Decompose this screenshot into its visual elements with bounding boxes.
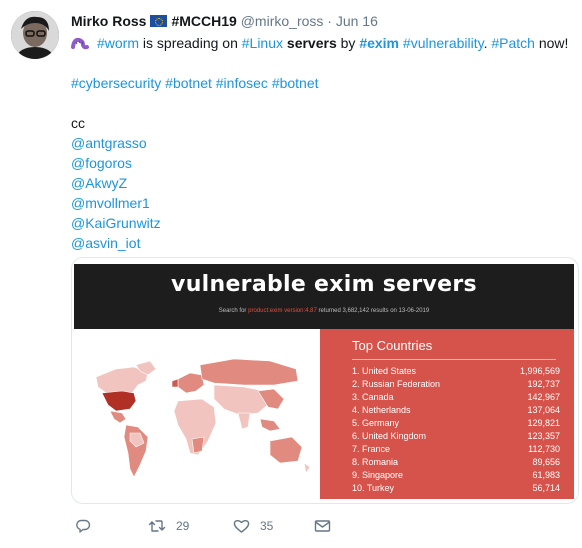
subtitle-text: Search for [218,308,247,314]
reply-icon [76,519,91,533]
country-count: 56,714 [532,483,560,493]
text-segment: is spreading on [139,35,242,51]
hashtag-line: #cybersecurity #botnet #infosec #botnet [71,73,576,93]
tweet-media-image[interactable]: vulnerable exim servers Search for produ… [71,257,579,504]
country-name: 6. United Kingdom [352,431,427,441]
mention-akwyz[interactable]: @AkwyZ [71,175,127,191]
heart-icon [233,519,250,533]
retweet-button[interactable]: 29 [148,516,189,536]
country-count: 142,967 [527,392,560,402]
direct-message-button[interactable] [314,516,331,536]
country-row: 1. United States 1,996,569 [352,365,560,378]
mention-line: @antgrasso [71,133,576,153]
infographic-subtitle: Search for product:exim version:4.87 ret… [74,308,574,314]
hashtag-exim[interactable]: #exim [359,35,399,51]
hashtag-botnet[interactable]: #botnet [165,75,212,91]
account-hashtag[interactable]: #MCCH19 [171,13,236,29]
retweet-icon [148,520,166,532]
hashtag-botnet-2[interactable]: #botnet [272,75,319,91]
panel-divider [352,359,556,360]
country-count: 129,821 [527,418,560,428]
tweet-header: Mirko Ross #MCCH19 @mirko_ross · Jun 16 [71,12,378,30]
author-name[interactable]: Mirko Ross [71,13,146,29]
mention-antgrasso[interactable]: @antgrasso [71,135,147,151]
country-row: 6. United Kingdom 123,357 [352,430,560,443]
hashtag-patch[interactable]: #Patch [491,35,535,51]
country-name: 9. Singapore [352,470,404,480]
country-name: 7. France [352,444,391,454]
country-row: 7. France 112,730 [352,443,560,456]
mention-kaigrunwitz[interactable]: @KaiGrunwitz [71,215,161,231]
country-row: 2. Russian Federation 192,737 [352,378,560,391]
tweet-text: #worm is spreading on #Linux servers by … [71,33,576,253]
country-name: 1. United States [352,366,417,376]
author-handle[interactable]: @mirko_ross [241,13,324,29]
reply-button[interactable] [75,516,91,536]
country-count: 61,983 [532,470,560,480]
country-count: 112,730 [528,444,560,454]
eu-flag-icon [150,15,168,27]
hashtag-linux[interactable]: #Linux [242,35,283,51]
avatar-photo [11,11,59,59]
top-countries-panel: Top Countries 1. United States 1,996,569 … [320,329,574,499]
tweet-line-1: #worm is spreading on #Linux servers by … [71,33,576,53]
like-button[interactable]: 35 [233,516,273,536]
country-count: 192,737 [527,379,560,389]
text-segment: by [336,35,360,51]
mention-asvin-iot[interactable]: @asvin_iot [71,235,140,251]
country-count: 89,656 [532,457,560,467]
hashtag-worm[interactable]: #worm [97,35,139,51]
top-countries-title: Top Countries [352,338,433,353]
country-row: 3. Canada 142,967 [352,391,560,404]
country-row: 4. Netherlands 137,064 [352,404,560,417]
mention-line: @asvin_iot [71,233,576,253]
mention-line: @fogoros [71,153,576,173]
tweet-actions: 29 35 [71,516,391,536]
cc-text: cc [71,115,85,131]
infographic-banner: vulnerable exim servers Search for produ… [74,264,574,329]
cc-line: cc [71,113,576,133]
subtitle-query: product:exim version:4.87 [248,308,317,314]
country-count: 1,996,569 [519,366,560,376]
retweet-count: 29 [176,519,190,533]
hashtag-infosec[interactable]: #infosec [216,75,268,91]
country-name: 5. Germany [352,418,400,428]
meta-separator: · [327,13,332,29]
country-name: 10. Turkey [352,483,395,493]
envelope-icon [314,520,331,532]
hashtag-vulnerability[interactable]: #vulnerability [403,35,484,51]
mention-fogoros[interactable]: @fogoros [71,155,132,171]
mention-mvollmer1[interactable]: @mvollmer1 [71,195,150,211]
country-name: 8. Romania [352,457,399,467]
tweet-date[interactable]: Jun 16 [336,13,378,29]
text-segment: now! [534,35,569,51]
like-count: 35 [260,519,274,533]
country-count: 137,064 [527,405,560,415]
worm-emoji-icon [71,37,89,50]
country-row: 10. Turkey 56,714 [352,482,560,495]
avatar[interactable] [11,11,59,59]
servers-word: servers [286,35,337,51]
world-map-graphic [95,358,311,478]
country-row: 9. Singapore 61,983 [352,469,560,482]
mention-line: @mvollmer1 [71,193,576,213]
world-map [74,329,320,499]
country-count: 123,357 [527,431,560,441]
country-row: 8. Romania 89,656 [352,456,560,469]
hashtag-cybersecurity[interactable]: #cybersecurity [71,75,161,91]
country-name: 4. Netherlands [352,405,411,415]
mention-line: @KaiGrunwitz [71,213,576,233]
mention-line: @AkwyZ [71,173,576,193]
country-row: 5. Germany 129,821 [352,417,560,430]
country-name: 2. Russian Federation [352,379,441,389]
infographic-title: vulnerable exim servers [171,272,477,297]
country-name: 3. Canada [352,392,394,402]
subtitle-text: returned 3,682,142 results on 13-06-2019 [318,308,430,314]
